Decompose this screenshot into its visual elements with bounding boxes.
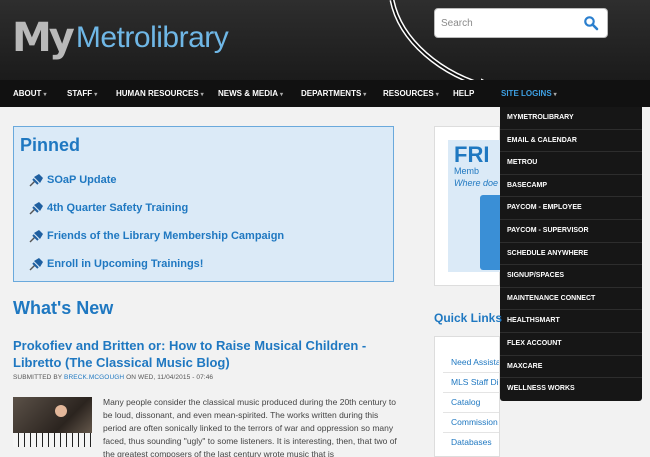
menu-item[interactable]: PAYCOM - SUPERVISOR: [500, 220, 642, 243]
nav-staff[interactable]: STAFF ▾: [67, 80, 97, 107]
search-box: [434, 8, 608, 38]
piano-keys: [13, 433, 92, 447]
caret-down-icon: ▾: [94, 92, 98, 98]
promo-subheading: Memb: [454, 166, 480, 176]
post-thumbnail[interactable]: [13, 397, 92, 447]
pinned-item[interactable]: Enroll in Upcoming Trainings!: [28, 257, 203, 271]
pinned-item-label: Enroll in Upcoming Trainings!: [47, 258, 204, 270]
pin-icon: [29, 202, 43, 215]
site-logins-dropdown: MYMETROLIBRARY EMAIL & CALENDAR METROU B…: [500, 107, 642, 401]
submitted-prefix: SUBMITTED BY: [13, 374, 63, 381]
menu-item[interactable]: SCHEDULE ANYWHERE: [500, 243, 642, 266]
nav-news-media[interactable]: NEWS & MEDIA ▾: [218, 80, 283, 107]
menu-item[interactable]: MAINTENANCE CONNECT: [500, 288, 642, 311]
menu-item[interactable]: SIGNUP/SPACES: [500, 265, 642, 288]
menu-item[interactable]: PAYCOM - EMPLOYEE: [500, 197, 642, 220]
site-logo[interactable]: My Metrolibrary: [12, 8, 229, 61]
divider: [443, 432, 499, 433]
nav-label: RESOURCES: [383, 89, 434, 98]
quick-link[interactable]: MLS Staff Dir: [451, 377, 499, 387]
nav-departments[interactable]: DEPARTMENTS ▾: [301, 80, 366, 107]
menu-item[interactable]: HEALTHSMART: [500, 310, 642, 333]
nav-label: HUMAN RESOURCES: [116, 89, 199, 98]
quick-link[interactable]: Need Assista: [451, 357, 499, 367]
quick-link[interactable]: Commission Packets: [451, 417, 499, 427]
caret-down-icon: ▾: [200, 92, 204, 98]
pinned-item[interactable]: 4th Quarter Safety Training: [28, 201, 188, 215]
quick-link[interactable]: Catalog: [451, 397, 480, 407]
promo-heading: FRI: [454, 142, 490, 167]
quick-links-box: Need Assista MLS Staff Dir Catalog Commi…: [434, 336, 500, 457]
promo-banner[interactable]: FRI Memb Where doe: [448, 140, 500, 272]
pinned-item-label: 4th Quarter Safety Training: [47, 202, 189, 214]
post-title-link[interactable]: Prokofiev and Britten or: How to Raise M…: [13, 337, 408, 371]
main-nav: ABOUT ▾ STAFF ▾ HUMAN RESOURCES ▾ NEWS & ME…: [0, 80, 650, 107]
pinned-item[interactable]: Friends of the Library Membership Campai…: [28, 229, 284, 243]
menu-item[interactable]: EMAIL & CALENDAR: [500, 130, 642, 153]
nav-resources[interactable]: RESOURCES ▾: [383, 80, 439, 107]
nav-label: SITE LOGINS: [501, 89, 552, 98]
quick-link[interactable]: Databases: [451, 437, 492, 447]
nav-site-logins[interactable]: SITE LOGINS ▾: [501, 80, 557, 107]
logo-my: My: [12, 15, 75, 61]
divider: [443, 372, 499, 373]
menu-item[interactable]: WELLNESS WORKS: [500, 378, 642, 401]
nav-label: ABOUT: [13, 89, 42, 98]
caret-down-icon: ▾: [553, 92, 557, 98]
post-body: Many people consider the classical music…: [103, 397, 397, 457]
menu-item[interactable]: METROU: [500, 152, 642, 175]
pinned-title: Pinned: [20, 135, 81, 155]
pin-icon: [29, 174, 43, 187]
menu-item[interactable]: BASECAMP: [500, 175, 642, 198]
caret-down-icon: ▾: [435, 92, 439, 98]
caret-down-icon: ▾: [43, 92, 47, 98]
caret-down-icon: ▾: [280, 92, 284, 98]
nav-about[interactable]: ABOUT ▾: [13, 80, 46, 107]
pin-icon: [29, 230, 43, 243]
logo-text: Metrolibrary: [75, 21, 229, 54]
menu-item[interactable]: FLEX ACCOUNT: [500, 333, 642, 356]
divider: [443, 412, 499, 413]
pinned-item[interactable]: SOaP Update: [28, 173, 117, 187]
whats-new-title: What's New: [13, 298, 114, 318]
promo-question: Where doe: [454, 178, 499, 188]
nav-label: STAFF: [67, 89, 93, 98]
pinned-item-label: SOaP Update: [47, 174, 117, 186]
search-icon[interactable]: [583, 15, 599, 31]
author-link[interactable]: BRECK.MCGOUGH: [64, 374, 124, 381]
post-meta: SUBMITTED BY BRECK.MCGOUGH ON WED, 11/04…: [13, 374, 213, 381]
quick-links-title: Quick Links: [434, 311, 503, 325]
nav-label: HELP: [453, 89, 475, 98]
nav-human-resources[interactable]: HUMAN RESOURCES ▾: [116, 80, 204, 107]
nav-label: DEPARTMENTS: [301, 89, 362, 98]
card-icon: [480, 195, 500, 270]
pinned-box: Pinned SOaP Update 4th Quarter Safety Tr…: [13, 126, 394, 282]
menu-item[interactable]: MYMETROLIBRARY: [500, 107, 642, 130]
site-header: My Metrolibrary: [0, 0, 650, 80]
search-input[interactable]: [435, 9, 575, 37]
pinned-item-label: Friends of the Library Membership Campai…: [47, 230, 285, 242]
menu-item[interactable]: MAXCARE: [500, 356, 642, 379]
caret-down-icon: ▾: [363, 92, 367, 98]
divider: [443, 392, 499, 393]
nav-help[interactable]: HELP: [453, 80, 474, 107]
nav-label: NEWS & MEDIA: [218, 89, 278, 98]
thumbnail-figure: [55, 405, 67, 417]
submitted-suffix: ON WED, 11/04/2015 - 07:46: [126, 374, 214, 381]
pin-icon: [29, 258, 43, 271]
